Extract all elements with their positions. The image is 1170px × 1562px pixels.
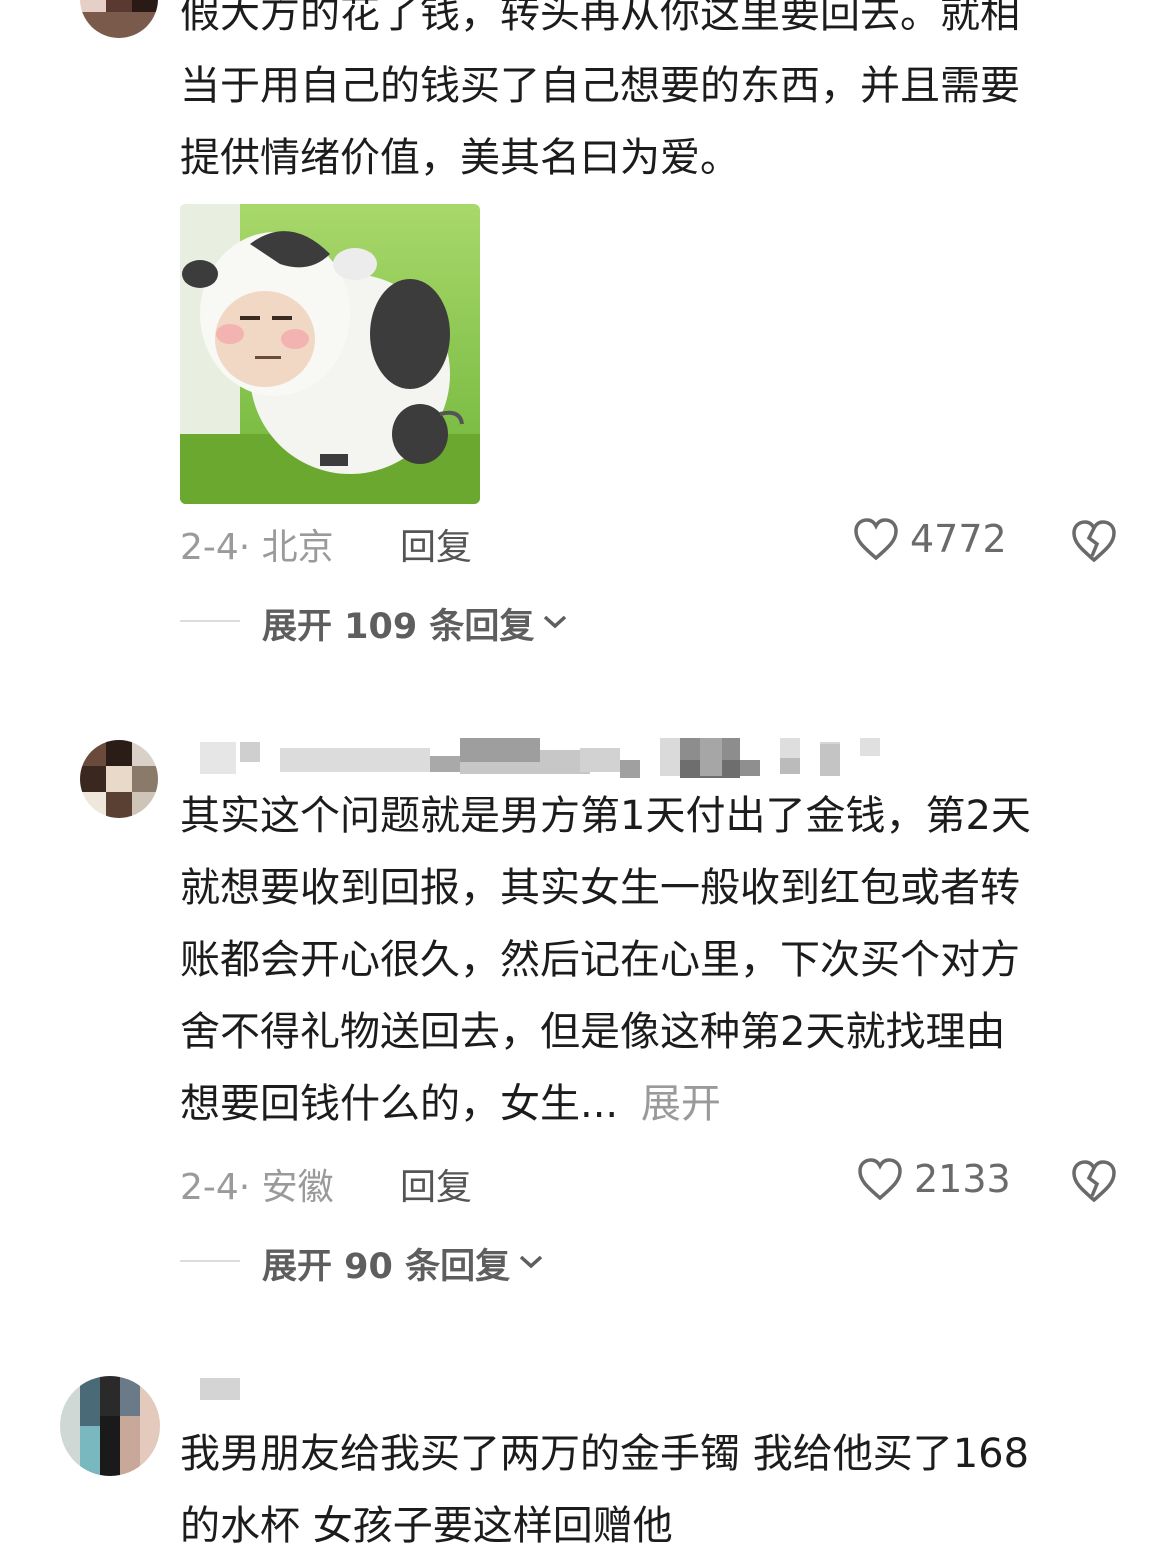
comment-text: 假大方的花了钱，转头再从你这里要回去。就相 当于用自己的钱买了自己想要的东西，并… [180, 0, 1140, 194]
divider [180, 1260, 240, 1262]
comment-line: 提供情绪价值，美其名曰为爱。 [180, 135, 740, 181]
cow-meme-sticker[interactable] [180, 204, 480, 504]
comment-date-location: 2-4· 北京 [180, 527, 334, 568]
comment-line: 当于用自己的钱买了自己想要的东西，并且需要 [180, 63, 1020, 109]
broken-heart-icon[interactable] [1070, 1158, 1118, 1204]
expand-replies-button[interactable]: 展开 90 条回复 [262, 1238, 544, 1289]
expand-text-button[interactable]: 展开 [641, 1081, 721, 1127]
like-button[interactable]: 4772 [852, 516, 1007, 562]
heart-outline-icon [852, 516, 900, 562]
chevron-down-icon [518, 1253, 544, 1275]
like-count: 4772 [910, 517, 1007, 561]
comment-line-last: 想要回钱什么的，女生... 展开 [180, 1068, 1140, 1140]
chevron-down-icon [542, 613, 568, 635]
comment-line: 舍不得礼物送回去，但是像这种第2天就找理由 [180, 1009, 1006, 1055]
username-blurred [200, 1378, 240, 1400]
expand-replies-label: 展开 90 条回复 [262, 1247, 511, 1287]
comment-line: 假大方的花了钱，转头再从你这里要回去。就相 [180, 0, 1020, 37]
username-blurred-2 [660, 738, 890, 778]
divider [180, 620, 240, 622]
avatar[interactable] [60, 1376, 160, 1476]
reply-button[interactable]: 回复 [400, 518, 472, 570]
comment-line: 就想要收到回报，其实女生一般收到红包或者转 [180, 865, 1020, 911]
heart-outline-icon [856, 1156, 904, 1202]
expand-replies-button[interactable]: 展开 109 条回复 [262, 598, 568, 649]
sticker-illustration [180, 204, 480, 504]
comment-truncated-text: 想要回钱什么的，女生... [180, 1081, 619, 1127]
reply-button[interactable]: 回复 [400, 1158, 472, 1210]
comment-2: 其实这个问题就是男方第1天付出了金钱，第2天 就想要收到回报，其实女生一般收到红… [0, 720, 1170, 1300]
like-button[interactable]: 2133 [856, 1156, 1011, 1202]
comment-line: 账都会开心很久，然后记在心里，下次买个对方 [180, 937, 1020, 983]
comment-line: 我男朋友给我买了两万的金手镯 我给他买了168 [180, 1431, 1030, 1477]
like-count: 2133 [914, 1157, 1011, 1201]
comment-text: 我男朋友给我买了两万的金手镯 我给他买了168 的水杯 女孩子要这样回赠他 [180, 1418, 1140, 1562]
comment-1: 假大方的花了钱，转头再从你这里要回去。就相 当于用自己的钱买了自己想要的东西，并… [0, 0, 1170, 660]
avatar[interactable] [80, 0, 158, 38]
comment-line: 其实这个问题就是男方第1天付出了金钱，第2天 [180, 793, 1031, 839]
avatar[interactable] [80, 740, 158, 818]
comment-text: 其实这个问题就是男方第1天付出了金钱，第2天 就想要收到回报，其实女生一般收到红… [180, 780, 1140, 1140]
comment-3: 我男朋友给我买了两万的金手镯 我给他买了168 的水杯 女孩子要这样回赠他 [0, 1360, 1170, 1552]
broken-heart-icon[interactable] [1070, 518, 1118, 564]
expand-replies-label: 展开 109 条回复 [262, 607, 535, 647]
comment-date-location: 2-4· 安徽 [180, 1167, 334, 1208]
comment-line: 的水杯 女孩子要这样回赠他 [180, 1503, 673, 1549]
